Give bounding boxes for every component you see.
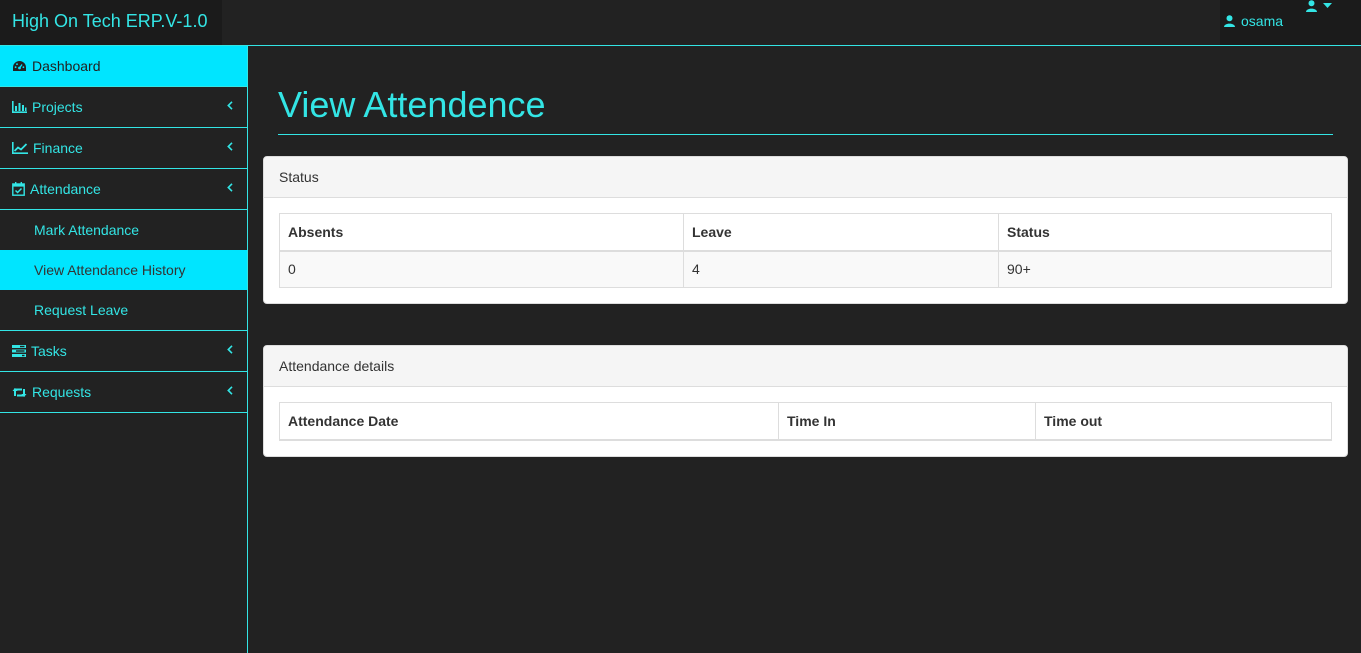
dashboard-icon — [12, 60, 27, 73]
retweet-icon — [12, 387, 27, 398]
panel-heading: Status — [264, 157, 1347, 198]
page-title: View Attendence — [278, 84, 546, 125]
table-header-row: Attendance Date Time In Time out — [279, 402, 1332, 441]
sidebar-item-label: Attendance — [30, 181, 101, 197]
user-profile-link[interactable]: osama — [1224, 0, 1283, 42]
title-divider — [278, 134, 1333, 135]
status-cell: 90+ — [998, 250, 1332, 288]
sidebar-item-label: Tasks — [31, 343, 67, 359]
sidebar-item-dashboard[interactable]: Dashboard — [0, 46, 247, 87]
submenu-item-mark-attendance[interactable]: Mark Attendance — [0, 210, 247, 250]
user-icon — [1224, 15, 1235, 27]
submenu-item-label: View Attendance History — [34, 262, 186, 278]
sidebar: Dashboard Projects Finance Attendance Ma… — [0, 46, 248, 653]
status-table: Absents Leave Status 0 4 90+ — [279, 213, 1332, 288]
chevron-left-icon — [227, 384, 233, 398]
sidebar-item-tasks[interactable]: Tasks — [0, 331, 247, 372]
table-row: 0 4 90+ — [279, 250, 1332, 288]
calendar-check-icon — [12, 182, 25, 196]
brand-link[interactable]: High On Tech ERP.V-1.0 — [0, 0, 222, 45]
panel-body: Absents Leave Status 0 4 90+ — [264, 198, 1347, 303]
sidebar-item-attendance[interactable]: Attendance — [0, 169, 247, 210]
leave-cell: 4 — [683, 250, 999, 288]
column-header-time-out: Time out — [1035, 402, 1332, 441]
sidebar-item-label: Dashboard — [32, 58, 101, 74]
tasks-icon — [12, 345, 26, 357]
column-header-status: Status — [998, 213, 1332, 252]
sidebar-item-label: Requests — [32, 384, 92, 400]
line-chart-icon — [12, 142, 28, 154]
chevron-left-icon — [227, 343, 233, 357]
sidebar-item-label: Projects — [32, 99, 83, 115]
submenu-item-view-attendance-history[interactable]: View Attendance History — [0, 250, 247, 290]
column-header-attendance-date: Attendance Date — [279, 402, 779, 441]
sidebar-item-label: Finance — [33, 140, 83, 156]
table-header-row: Absents Leave Status — [279, 213, 1332, 252]
attendance-details-panel: Attendance details Attendance Date Time … — [263, 345, 1348, 457]
chevron-left-icon — [227, 140, 233, 154]
attendance-details-table: Attendance Date Time In Time out — [279, 402, 1332, 441]
bar-chart-icon — [12, 101, 27, 113]
submenu-item-label: Mark Attendance — [34, 222, 140, 238]
absents-cell: 0 — [279, 250, 684, 288]
column-header-leave: Leave — [683, 213, 999, 252]
status-panel: Status Absents Leave Status 0 4 90+ — [263, 156, 1348, 304]
panel-body: Attendance Date Time In Time out — [264, 387, 1347, 456]
top-right-menu: osama — [1220, 0, 1361, 45]
column-header-time-in: Time In — [778, 402, 1036, 441]
sidebar-item-projects[interactable]: Projects — [0, 87, 247, 128]
submenu-item-request-leave[interactable]: Request Leave — [0, 290, 247, 330]
column-header-absents: Absents — [279, 213, 684, 252]
sidebar-item-finance[interactable]: Finance — [0, 128, 247, 169]
caret-down-icon — [1323, 3, 1332, 9]
chevron-left-icon — [227, 181, 233, 195]
chevron-left-icon — [227, 99, 233, 113]
user-icon — [1306, 0, 1317, 12]
panel-heading: Attendance details — [264, 346, 1347, 387]
attendance-submenu: Mark Attendance View Attendance History … — [0, 210, 247, 331]
submenu-item-label: Request Leave — [34, 302, 129, 318]
username-label: osama — [1241, 13, 1284, 29]
main-content: View Attendence Status Absents Leave Sta… — [248, 46, 1361, 653]
top-navbar: High On Tech ERP.V-1.0 osama — [0, 0, 1361, 46]
sidebar-item-requests[interactable]: Requests — [0, 372, 247, 413]
user-dropdown-toggle[interactable] — [1306, 0, 1332, 12]
